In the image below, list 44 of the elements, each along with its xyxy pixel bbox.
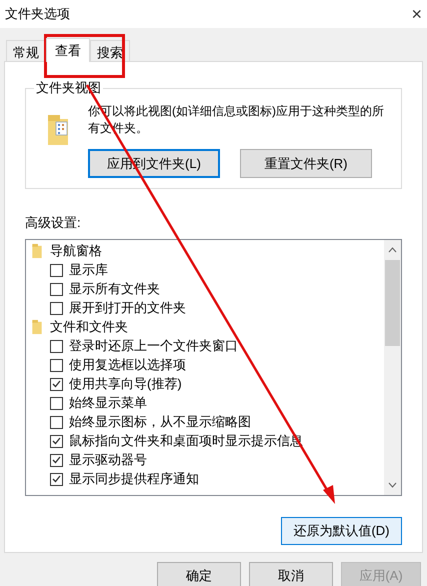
tree-group-label: 导航窗格 <box>50 242 102 260</box>
option-label[interactable]: 显示所有文件夹 <box>69 279 160 299</box>
scroll-down-icon[interactable] <box>388 482 397 488</box>
checkbox[interactable] <box>50 340 63 352</box>
option-label[interactable]: 显示库 <box>69 260 108 280</box>
option-label[interactable]: 始终显示图标，从不显示缩略图 <box>69 412 251 432</box>
checkbox[interactable] <box>50 454 63 466</box>
check-icon <box>52 475 61 483</box>
option-label[interactable]: 登录时还原上一个文件夹窗口 <box>69 336 238 356</box>
option-label[interactable]: 展开到打开的文件夹 <box>69 298 186 318</box>
checkbox[interactable] <box>50 396 63 410</box>
window-title: 文件夹选项 <box>5 5 70 24</box>
option-label[interactable]: 始终显示菜单 <box>69 393 147 413</box>
check-icon <box>52 437 61 445</box>
tab[interactable]: 搜索 <box>90 40 130 61</box>
check-icon <box>52 456 61 464</box>
tab[interactable]: 常规 <box>6 40 46 61</box>
folder-icon <box>30 319 44 335</box>
checkbox[interactable] <box>50 378 63 390</box>
checkbox[interactable] <box>50 302 63 314</box>
checkbox[interactable] <box>50 434 63 448</box>
option-label[interactable]: 使用复选框以选择项 <box>69 355 186 375</box>
scroll-thumb[interactable] <box>385 260 400 346</box>
checkbox[interactable] <box>50 472 63 486</box>
close-button[interactable]: × <box>411 5 422 23</box>
dialog-button[interactable]: 确定 <box>157 562 241 586</box>
folder-icon <box>46 113 70 147</box>
scrollbar[interactable] <box>384 240 401 494</box>
checkbox[interactable] <box>50 264 63 276</box>
option-label[interactable]: 显示同步提供程序通知 <box>69 469 199 489</box>
restore-defaults-button[interactable]: 还原为默认值(D) <box>281 516 402 544</box>
checkbox[interactable] <box>50 282 63 296</box>
option-label[interactable]: 使用共享向导(推荐) <box>69 374 182 394</box>
dialog-button[interactable]: 取消 <box>249 562 333 586</box>
scroll-up-icon[interactable] <box>388 246 397 252</box>
tree-group-label: 文件和文件夹 <box>50 318 128 336</box>
option-label[interactable]: 显示驱动器号 <box>69 450 147 470</box>
checkbox[interactable] <box>50 416 63 428</box>
section-label: 高级设置: <box>25 214 82 232</box>
tab[interactable]: 查看 <box>46 38 90 62</box>
checkbox[interactable] <box>50 358 63 372</box>
check-icon <box>52 380 61 388</box>
folder-button[interactable]: 重置文件夹(R) <box>240 149 372 178</box>
folder-icon <box>30 243 44 259</box>
